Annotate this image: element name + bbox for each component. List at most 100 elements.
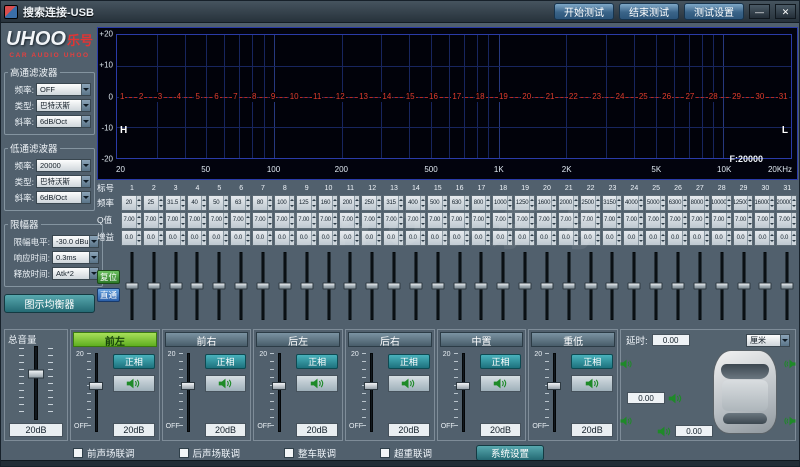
spin-up-icon[interactable] <box>639 231 644 238</box>
spinner-arrows[interactable] <box>594 230 600 245</box>
eq-band-slider-6[interactable] <box>230 248 252 324</box>
spin-down-icon[interactable] <box>770 238 775 245</box>
eq-band-slider-30[interactable] <box>754 248 776 324</box>
band-q-input-7[interactable]: 7.00 <box>252 212 273 229</box>
spinner-arrows[interactable] <box>681 213 687 228</box>
spinner-arrows[interactable] <box>266 230 272 245</box>
spinner-arrows[interactable] <box>245 230 251 245</box>
spin-down-icon[interactable] <box>202 221 207 228</box>
eq-band-slider-1[interactable] <box>121 248 143 324</box>
eq-band-slider-7[interactable] <box>252 248 274 324</box>
spin-down-icon[interactable] <box>682 238 687 245</box>
band-gain-input-23[interactable]: 0.0 <box>601 229 623 246</box>
spinner-arrows[interactable] <box>485 213 491 228</box>
spin-down-icon[interactable] <box>639 203 644 210</box>
spinner-arrows[interactable] <box>550 213 556 228</box>
spinner-arrows[interactable] <box>441 196 447 211</box>
delay-bottom-value[interactable]: 0.00 <box>675 425 713 437</box>
phase-button-front-left[interactable]: 正相 <box>113 354 155 369</box>
spin-up-icon[interactable] <box>530 213 535 220</box>
spin-down-icon[interactable] <box>158 203 163 210</box>
spin-down-icon[interactable] <box>661 238 666 245</box>
band-gain-input-9[interactable]: 0.0 <box>295 229 317 246</box>
spinner-arrows[interactable] <box>397 230 403 245</box>
band-q-input-23[interactable]: 7.00 <box>601 212 623 229</box>
band-frequency-input-5[interactable]: 50 <box>208 195 230 212</box>
band-gain-input-19[interactable]: 0.0 <box>514 229 536 246</box>
band-frequency-input-31[interactable]: 20000 <box>776 195 798 212</box>
band-gain-input-15[interactable]: 0.0 <box>426 229 448 246</box>
close-button[interactable]: ✕ <box>775 4 796 19</box>
spinner-arrows[interactable] <box>354 230 360 245</box>
eq-band-slider-3[interactable] <box>165 248 187 324</box>
spinner-arrows[interactable] <box>616 213 622 228</box>
band-frequency-input-25[interactable]: 5000 <box>645 195 667 212</box>
spinner-arrows[interactable] <box>223 213 229 228</box>
spin-up-icon[interactable] <box>267 213 272 220</box>
spinner-arrows[interactable] <box>332 230 338 245</box>
band-frequency-input-21[interactable]: 2000 <box>557 195 579 212</box>
slider-thumb[interactable] <box>343 282 357 290</box>
spin-down-icon[interactable] <box>289 221 294 228</box>
eq-band-slider-8[interactable] <box>274 248 296 324</box>
spin-down-icon[interactable] <box>355 203 360 210</box>
band-frequency-input-22[interactable]: 2500 <box>579 195 601 212</box>
spin-up-icon[interactable] <box>486 196 491 203</box>
spinner-arrows[interactable] <box>507 196 513 211</box>
car-speaker-rr[interactable] <box>783 416 796 426</box>
band-frequency-input-29[interactable]: 12500 <box>732 195 754 212</box>
slider-thumb[interactable] <box>278 282 292 290</box>
eq-band-marker-27[interactable]: 27 <box>684 91 696 102</box>
spinner-arrows[interactable] <box>135 230 141 245</box>
slider-thumb[interactable] <box>518 282 532 290</box>
spinner-arrows[interactable] <box>572 230 578 245</box>
spin-down-icon[interactable] <box>442 238 447 245</box>
spin-up-icon[interactable] <box>748 196 753 203</box>
eq-bypass-button[interactable]: 直通 <box>97 288 120 302</box>
end-test-button[interactable]: 结束测试 <box>619 3 679 20</box>
spin-down-icon[interactable] <box>289 203 294 210</box>
spin-down-icon[interactable] <box>792 238 797 245</box>
spin-down-icon[interactable] <box>355 221 360 228</box>
phase-button-rear-right[interactable]: 正相 <box>388 354 430 369</box>
band-gain-input-4[interactable]: 0.0 <box>186 229 208 246</box>
band-frequency-input-19[interactable]: 1250 <box>514 195 536 212</box>
spinner-arrows[interactable] <box>725 196 731 211</box>
spin-up-icon[interactable] <box>661 231 666 238</box>
spin-up-icon[interactable] <box>595 231 600 238</box>
speaker-icon-slot[interactable] <box>657 426 672 437</box>
spinner-arrows[interactable] <box>703 213 709 228</box>
band-q-input-19[interactable]: 7.00 <box>514 212 536 229</box>
spin-up-icon[interactable] <box>355 231 360 238</box>
slider-thumb[interactable] <box>431 282 445 290</box>
spin-down-icon[interactable] <box>530 221 535 228</box>
spin-up-icon[interactable] <box>792 196 797 203</box>
spin-up-icon[interactable] <box>289 196 294 203</box>
eq-band-marker-7[interactable]: 7 <box>232 91 239 102</box>
spin-down-icon[interactable] <box>398 221 403 228</box>
spin-up-icon[interactable] <box>377 231 382 238</box>
lpf-handle[interactable]: L <box>782 125 788 136</box>
spin-down-icon[interactable] <box>333 221 338 228</box>
spin-down-icon[interactable] <box>508 203 513 210</box>
spinner-arrows[interactable] <box>201 196 207 211</box>
spinner-arrows[interactable] <box>179 230 185 245</box>
eq-band-marker-22[interactable]: 22 <box>567 91 579 102</box>
spinner-arrows[interactable] <box>157 230 163 245</box>
eq-band-slider-25[interactable] <box>645 248 667 324</box>
spin-down-icon[interactable] <box>464 221 469 228</box>
spinner-arrows[interactable] <box>288 213 294 228</box>
spinner-arrows[interactable] <box>310 230 316 245</box>
spin-down-icon[interactable] <box>704 203 709 210</box>
spin-down-icon[interactable] <box>224 203 229 210</box>
channel-select-subwoofer[interactable]: 重低 <box>531 332 616 348</box>
spinner-arrows[interactable] <box>485 196 491 211</box>
spin-up-icon[interactable] <box>573 213 578 220</box>
spin-down-icon[interactable] <box>158 221 163 228</box>
spin-up-icon[interactable] <box>311 213 316 220</box>
band-frequency-input-3[interactable]: 31.5 <box>164 195 186 212</box>
band-gain-input-6[interactable]: 0.0 <box>230 229 252 246</box>
eq-band-slider-18[interactable] <box>492 248 514 324</box>
band-q-input-26[interactable]: 7.00 <box>667 212 688 229</box>
band-frequency-input-9[interactable]: 125 <box>295 195 317 212</box>
